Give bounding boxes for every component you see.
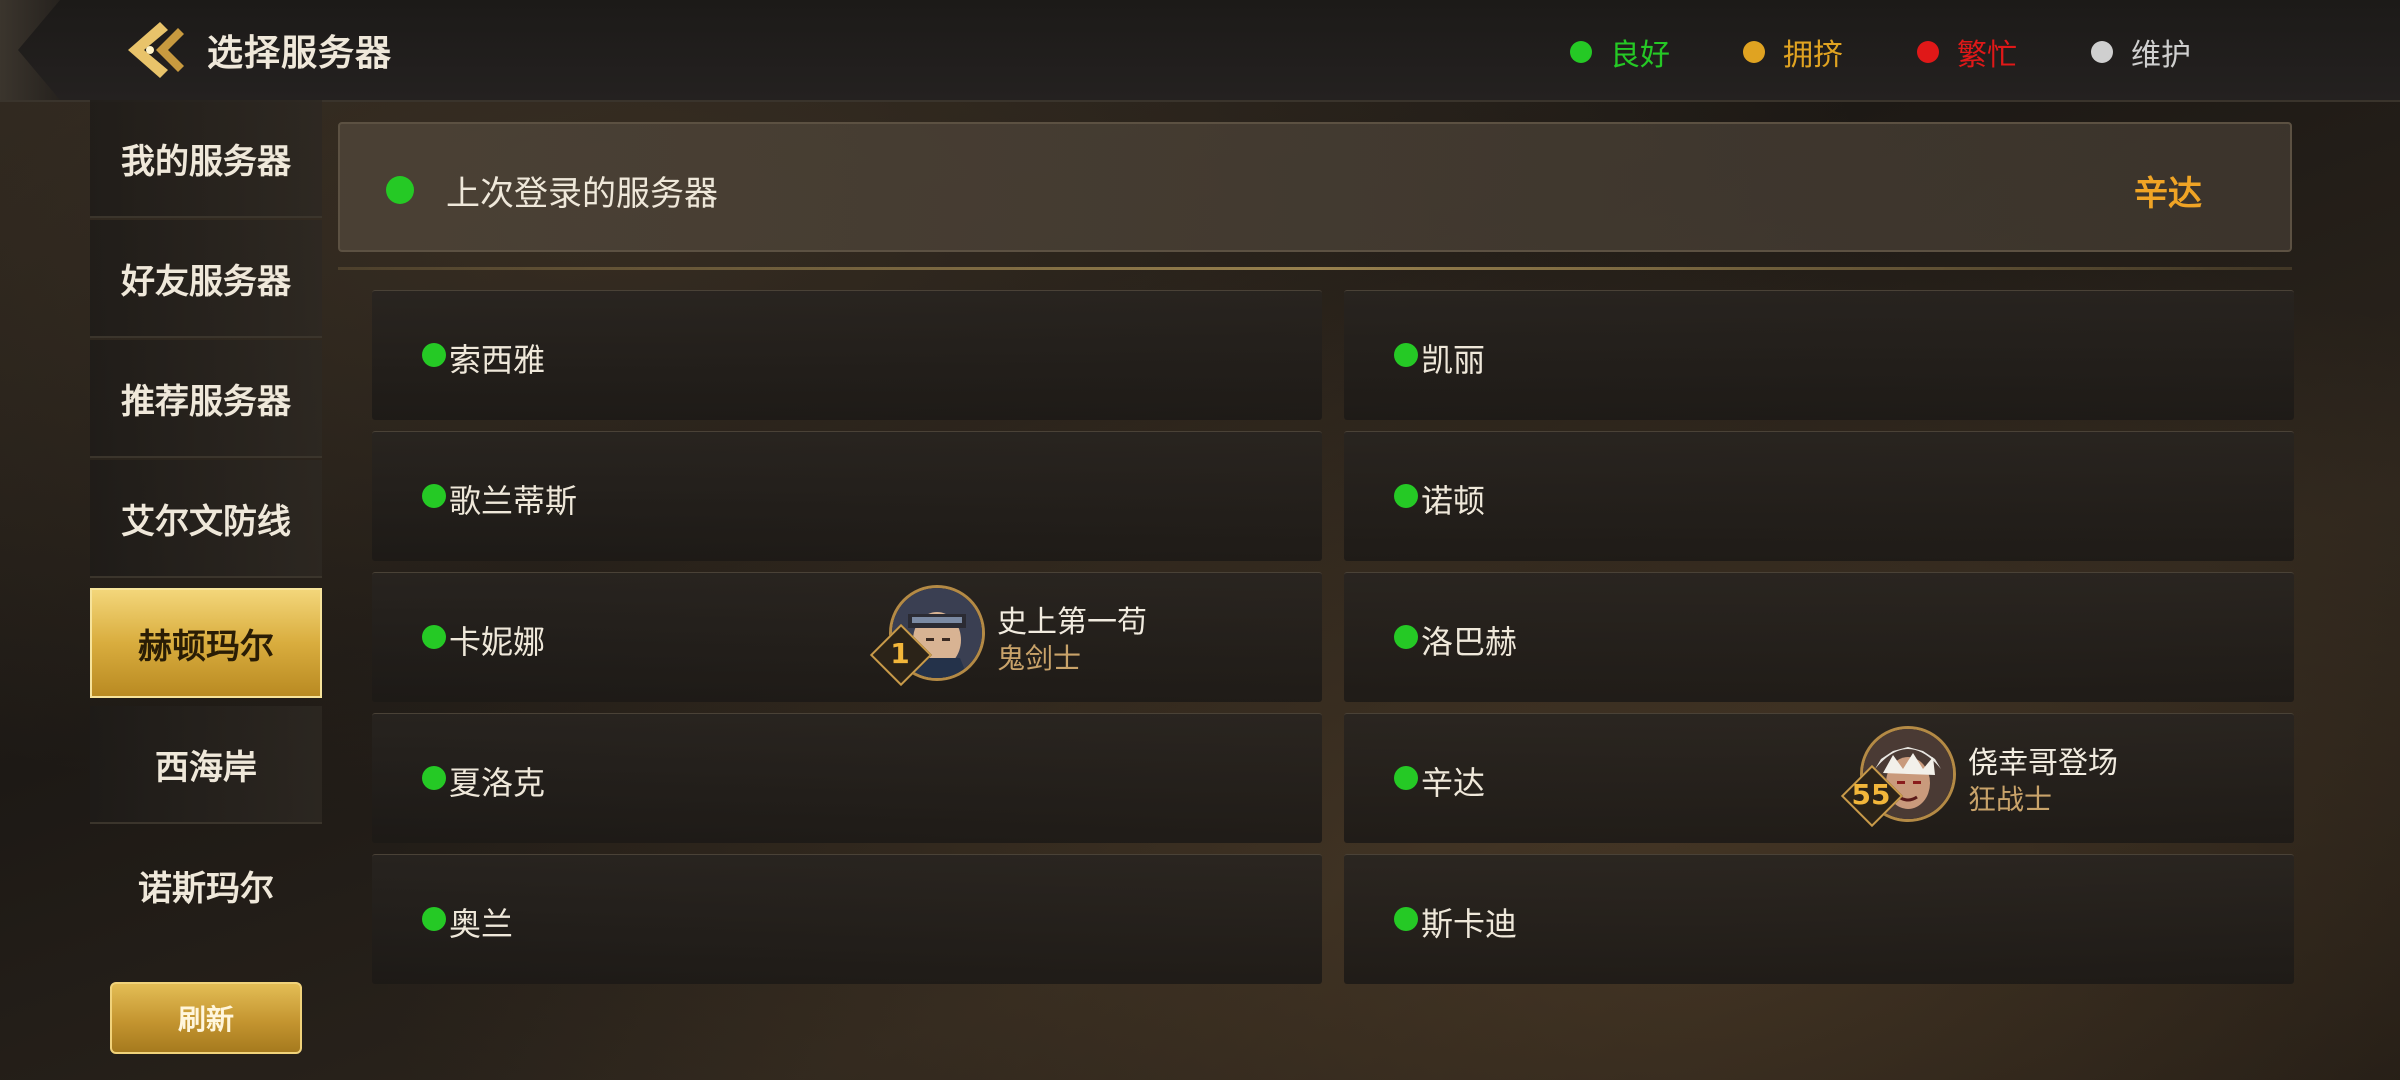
server-card[interactable]: 辛达 55 侥幸哥登场 狂战士 xyxy=(1344,713,2294,843)
green-status-dot-icon xyxy=(1394,484,1418,508)
region-sidebar: 我的服务器 好友服务器 推荐服务器 艾尔文防线 赫顿玛尔 西海岸 诺斯玛尔 xyxy=(90,100,322,980)
character-info: 1 史上第一苟 鬼剑士 xyxy=(869,585,1229,691)
legend-crowded-label: 拥挤 xyxy=(1783,38,1843,73)
divider xyxy=(338,267,2292,270)
sidebar-item-label: 诺斯玛尔 xyxy=(138,868,274,909)
sidebar-item-label: 赫顿玛尔 xyxy=(138,626,274,667)
server-name: 诺顿 xyxy=(1421,482,1486,520)
green-status-dot-icon xyxy=(422,766,446,790)
server-name: 斯卡迪 xyxy=(1421,905,1518,943)
legend-good-label: 良好 xyxy=(1610,38,1670,73)
legend-busy-label: 繁忙 xyxy=(1957,38,2017,73)
green-status-dot-icon xyxy=(1394,766,1418,790)
sidebar-item-hendon-myre[interactable]: 赫顿玛尔 xyxy=(90,588,322,698)
sidebar-item-nosmar[interactable]: 诺斯玛尔 xyxy=(90,826,322,944)
server-card[interactable]: 歌兰蒂斯 xyxy=(372,431,1322,561)
server-card[interactable]: 斯卡迪 xyxy=(1344,854,2294,984)
gray-status-dot-icon xyxy=(2091,41,2113,63)
back-tab-decoration xyxy=(0,0,60,100)
character-info: 55 侥幸哥登场 狂战士 xyxy=(1840,726,2200,832)
server-name: 凯丽 xyxy=(1421,341,1486,379)
back-button[interactable] xyxy=(0,0,200,100)
last-login-server-name: 辛达 xyxy=(2134,174,2202,214)
top-bar: 选择服务器 良好 拥挤 繁忙 维护 xyxy=(0,0,2400,102)
character-level: 1 xyxy=(890,637,910,670)
back-arrow-icon xyxy=(128,22,184,78)
legend-maintenance: 维护 xyxy=(2091,30,2191,74)
legend-maintenance-label: 维护 xyxy=(2131,38,2191,73)
green-status-dot-icon xyxy=(1394,625,1418,649)
sidebar-item-elvin-line[interactable]: 艾尔文防线 xyxy=(90,460,322,578)
sidebar-item-label: 我的服务器 xyxy=(121,141,291,182)
green-status-dot-icon xyxy=(1394,343,1418,367)
red-status-dot-icon xyxy=(1917,41,1939,63)
character-name: 侥幸哥登场 xyxy=(1968,746,2118,781)
character-class: 鬼剑士 xyxy=(997,642,1082,675)
server-card[interactable]: 奥兰 xyxy=(372,854,1322,984)
green-status-dot-icon xyxy=(422,484,446,508)
green-status-dot-icon xyxy=(422,907,446,931)
green-status-dot-icon xyxy=(1570,41,1592,63)
green-status-dot-icon xyxy=(386,176,414,204)
sidebar-item-label: 西海岸 xyxy=(155,747,257,788)
server-name: 歌兰蒂斯 xyxy=(449,482,578,520)
server-name: 卡妮娜 xyxy=(449,623,546,661)
character-level: 55 xyxy=(1851,778,1891,811)
sidebar-item-my-servers[interactable]: 我的服务器 xyxy=(90,100,322,218)
sidebar-item-label: 推荐服务器 xyxy=(121,381,291,422)
server-card[interactable]: 卡妮娜 1 史上第一苟 鬼剑士 xyxy=(372,572,1322,702)
orange-status-dot-icon xyxy=(1743,41,1765,63)
server-name: 洛巴赫 xyxy=(1421,623,1518,661)
server-card[interactable]: 夏洛克 xyxy=(372,713,1322,843)
server-card[interactable]: 索西雅 xyxy=(372,290,1322,420)
last-login-server-bar[interactable]: 上次登录的服务器 辛达 xyxy=(338,122,2292,252)
character-name: 史上第一苟 xyxy=(997,605,1147,640)
green-status-dot-icon xyxy=(422,343,446,367)
server-name: 索西雅 xyxy=(449,341,546,379)
legend-good: 良好 xyxy=(1570,30,1670,74)
green-status-dot-icon xyxy=(1394,907,1418,931)
legend-busy: 繁忙 xyxy=(1917,30,2017,74)
green-status-dot-icon xyxy=(422,625,446,649)
server-card[interactable]: 诺顿 xyxy=(1344,431,2294,561)
server-card[interactable]: 洛巴赫 xyxy=(1344,572,2294,702)
sidebar-item-friend-servers[interactable]: 好友服务器 xyxy=(90,220,322,338)
server-name: 夏洛克 xyxy=(449,764,546,802)
sidebar-item-recommended-servers[interactable]: 推荐服务器 xyxy=(90,340,322,458)
refresh-button-label: 刷新 xyxy=(177,1003,234,1036)
sidebar-item-west-coast[interactable]: 西海岸 xyxy=(90,706,322,824)
refresh-button[interactable]: 刷新 xyxy=(110,982,302,1054)
sidebar-item-label: 艾尔文防线 xyxy=(121,501,291,542)
character-class: 狂战士 xyxy=(1968,783,2053,816)
last-login-label: 上次登录的服务器 xyxy=(446,174,718,214)
legend-crowded: 拥挤 xyxy=(1743,30,1843,74)
sidebar-item-label: 好友服务器 xyxy=(121,261,291,302)
server-name: 奥兰 xyxy=(449,905,514,943)
server-card[interactable]: 凯丽 xyxy=(1344,290,2294,420)
server-name: 辛达 xyxy=(1421,764,1486,802)
page-title: 选择服务器 xyxy=(207,33,393,74)
